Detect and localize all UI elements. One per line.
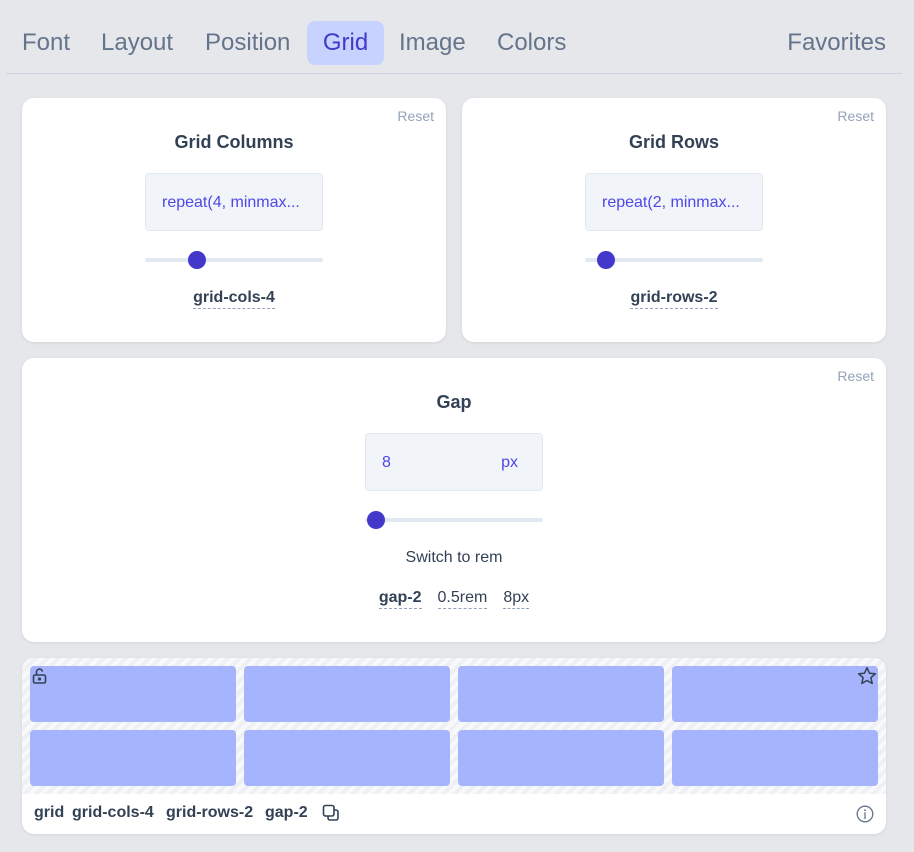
grid-columns-input[interactable]: repeat(4, minmax...	[145, 173, 323, 231]
grid-cell	[244, 730, 450, 786]
tab-bar: Font Layout Position Grid Image Colors F…	[6, 0, 902, 74]
tab-image[interactable]: Image	[399, 21, 466, 65]
grid-columns-title: Grid Columns	[174, 132, 294, 152]
preview-class-grid-rows: grid-rows-2	[166, 804, 254, 821]
tab-font[interactable]: Font	[22, 21, 70, 65]
grid-rows-card: Reset Grid Rows repeat(2, minmax... grid…	[462, 98, 886, 342]
gap-slider[interactable]	[365, 511, 543, 529]
unlock-icon[interactable]	[31, 667, 49, 685]
grid-preview: grid grid-cols-4 grid-rows-2 gap-2	[22, 658, 886, 834]
gap-title: Gap	[436, 392, 472, 412]
gap-unit-label: px	[501, 454, 518, 471]
switch-to-rem-button[interactable]: Switch to rem	[22, 549, 886, 567]
info-icon[interactable]	[856, 805, 874, 823]
gap-card: Reset Gap 8 px Switch to rem gap-2 0.5re…	[22, 358, 886, 642]
grid-cell	[244, 666, 450, 722]
tab-favorites[interactable]: Favorites	[787, 21, 886, 65]
grid-rows-reset-button[interactable]: Reset	[837, 108, 874, 124]
tab-colors[interactable]: Colors	[497, 21, 566, 65]
grid-cell	[672, 666, 878, 722]
star-icon[interactable]	[857, 666, 877, 686]
gap-slider-thumb[interactable]	[366, 511, 385, 529]
gap-reset-button[interactable]: Reset	[837, 368, 874, 384]
grid-cell	[672, 730, 878, 786]
gap-rem-value[interactable]: 0.5rem	[437, 588, 488, 609]
grid-cell	[30, 666, 236, 722]
grid-columns-slider[interactable]	[145, 251, 323, 269]
grid-rows-input[interactable]: repeat(2, minmax...	[585, 173, 763, 231]
grid-rows-slider[interactable]	[585, 251, 763, 269]
grid-columns-reset-button[interactable]: Reset	[397, 108, 434, 124]
tab-layout[interactable]: Layout	[101, 21, 173, 65]
grid-cell	[458, 666, 664, 722]
grid-columns-card: Reset Grid Columns repeat(4, minmax... g…	[22, 98, 446, 342]
gap-input-value: 8	[382, 454, 391, 471]
preview-class-gap: gap-2	[265, 804, 308, 821]
grid-cell	[30, 730, 236, 786]
preview-class-grid: grid	[34, 804, 65, 821]
tab-position[interactable]: Position	[205, 21, 290, 65]
gap-class-name[interactable]: gap-2	[378, 588, 422, 609]
gap-px-value[interactable]: 8px	[503, 588, 530, 609]
tab-grid[interactable]: Grid	[307, 21, 384, 65]
grid-rows-class-name[interactable]: grid-rows-2	[630, 288, 718, 309]
gap-input[interactable]: 8 px	[365, 433, 543, 491]
grid-cell	[458, 730, 664, 786]
preview-canvas	[22, 658, 886, 794]
grid-columns-slider-thumb[interactable]	[187, 251, 206, 269]
gap-class-row: gap-2 0.5rem 8px	[22, 588, 886, 609]
grid-rows-slider-thumb[interactable]	[597, 251, 616, 269]
grid-columns-class-name[interactable]: grid-cols-4	[193, 288, 275, 309]
copy-icon[interactable]	[322, 804, 340, 822]
grid-rows-title: Grid Rows	[628, 132, 719, 152]
preview-class-grid-cols: grid-cols-4	[72, 804, 154, 821]
